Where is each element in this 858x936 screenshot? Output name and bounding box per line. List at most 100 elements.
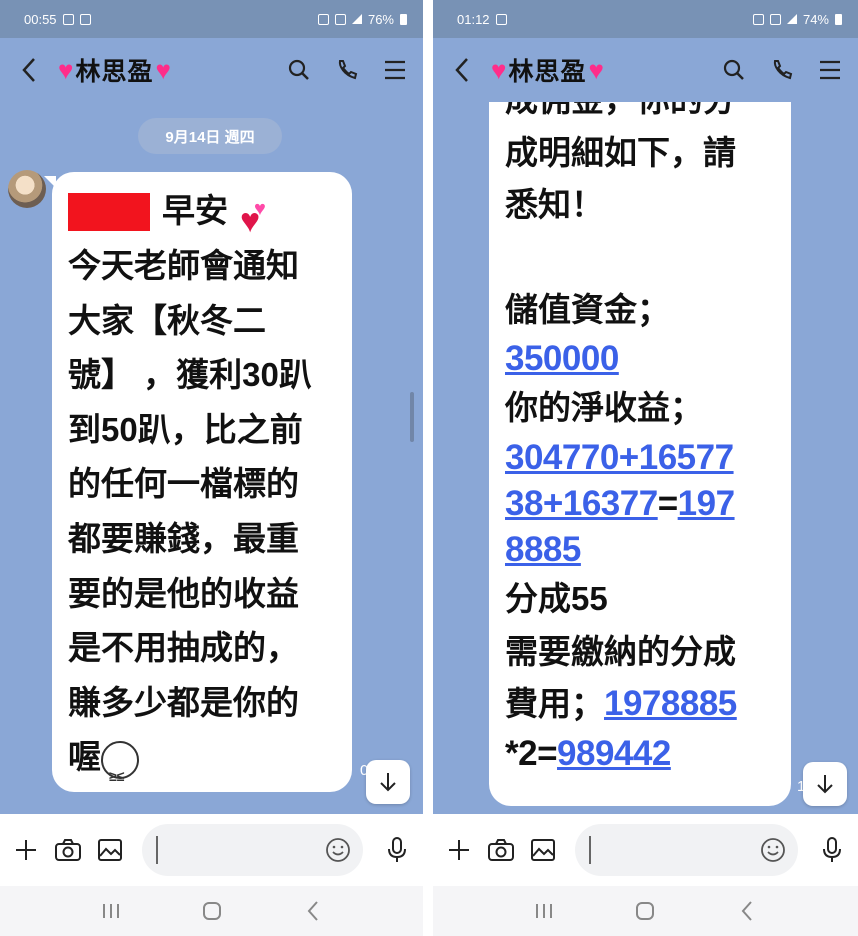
text-caret <box>156 836 158 864</box>
status-time: 01:12 <box>457 11 490 27</box>
chat-header: ♥ 林思盈 ♥ <box>0 38 423 102</box>
status-bar: 01:12 74% <box>433 0 858 38</box>
voice-button[interactable] <box>383 836 411 864</box>
add-button[interactable] <box>445 836 473 864</box>
gallery-button[interactable] <box>529 836 557 864</box>
heart-icon: ♥ <box>588 55 604 85</box>
message-input[interactable] <box>142 824 363 876</box>
menu-icon <box>820 60 840 80</box>
mute-status-icon <box>334 13 346 25</box>
emoji-icon[interactable] <box>325 837 351 863</box>
fee-value-link[interactable]: 1978885 <box>604 684 737 723</box>
message-line: 都要賺錢，最重 <box>68 519 299 557</box>
menu-button[interactable] <box>816 56 844 84</box>
chat-title-group[interactable]: ♥ 林思盈 ♥ <box>491 52 604 88</box>
status-bar: 00:55 76% <box>0 0 423 38</box>
emoji-icon[interactable] <box>760 837 786 863</box>
add-button[interactable] <box>12 836 40 864</box>
message-line: 賺多少都是你的 <box>68 683 299 721</box>
menu-icon <box>385 60 405 80</box>
redacted-name <box>68 192 150 231</box>
message-bubble[interactable]: 早安 ♥ ♥ 今天老師會通知 大家【秋冬二 號】 ，獲利30趴 到50趴，比之前 … <box>52 172 352 803</box>
alarm-status-icon <box>752 13 764 25</box>
recent-apps-button[interactable] <box>529 896 559 926</box>
message-input-bar <box>0 814 423 886</box>
fee-result-link[interactable]: 989442 <box>557 734 671 773</box>
signal-icon <box>786 14 797 24</box>
camera-button[interactable] <box>487 836 515 864</box>
plus-icon <box>449 840 469 860</box>
system-back-icon <box>741 901 752 921</box>
recent-apps-icon <box>535 904 552 918</box>
message-last-word: 喔 <box>68 738 101 776</box>
back-arrow-icon <box>22 58 35 82</box>
net-formula-link[interactable]: 38+16377 <box>505 484 658 523</box>
plus-icon <box>16 840 36 860</box>
camera-button[interactable] <box>54 836 82 864</box>
image-icon <box>98 839 122 861</box>
recent-apps-icon <box>102 904 119 918</box>
home-button[interactable] <box>197 896 227 926</box>
home-icon <box>636 902 655 920</box>
avatar[interactable] <box>8 170 46 208</box>
net-label: 你的淨收益； <box>505 389 703 427</box>
chat-header: ♥ 林思盈 ♥ <box>433 38 858 102</box>
gallery-button[interactable] <box>96 836 124 864</box>
left-phone-screen: 00:55 76% ♥ 林思盈 ♥ 9月14日 週四 早安 ♥ ♥ 今天老師會通… <box>0 0 423 936</box>
back-arrow-icon <box>455 58 468 82</box>
home-button[interactable] <box>630 896 660 926</box>
microphone-icon <box>388 837 406 862</box>
call-button[interactable] <box>333 56 361 84</box>
message-line-last: 喔 <box>68 730 340 803</box>
message-line: 今天老師會通知 <box>68 247 299 284</box>
net-formula-link[interactable]: 304770+16577 <box>505 438 734 477</box>
search-button[interactable] <box>285 56 313 84</box>
message-line: 的任何一檔標的 <box>68 465 299 503</box>
system-nav-bar <box>433 886 858 936</box>
home-icon <box>202 902 221 920</box>
deposit-value-link[interactable]: 350000 <box>505 339 619 378</box>
battery-level: 74% <box>802 11 829 27</box>
alarm-status-icon <box>317 13 329 25</box>
net-result-link[interactable]: 197 <box>678 484 735 523</box>
system-back-button[interactable] <box>732 896 762 926</box>
deposit-label: 儲值資金； <box>505 290 670 328</box>
system-back-button[interactable] <box>298 896 328 926</box>
message-bubble[interactable]: 成佣金，你的分 成明細如下，請 悉知！ 儲值資金； 350000 你的淨收益； … <box>489 100 791 806</box>
message-line-clipped: 成佣金，你的分 <box>505 100 781 127</box>
chat-title-group[interactable]: ♥ 林思盈 ♥ <box>58 52 171 88</box>
hearts-emoji-icon: ♥ ♥ <box>240 197 266 240</box>
menu-button[interactable] <box>381 56 409 84</box>
message-line: 悉知！ <box>505 186 604 224</box>
signal-icon <box>351 14 362 24</box>
fee-label: 需要繳納的分成 <box>505 632 736 670</box>
voice-button[interactable] <box>818 836 846 864</box>
battery-icon <box>400 13 407 25</box>
scroll-to-bottom-button[interactable] <box>803 762 847 806</box>
search-button[interactable] <box>720 56 748 84</box>
phone-icon <box>338 60 358 80</box>
text-caret <box>589 836 591 864</box>
status-time: 00:55 <box>24 11 57 27</box>
message-input[interactable] <box>575 824 798 876</box>
right-phone-screen: 01:12 74% 成佣金，你的分 成明細如下，請 悉知！ 儲值資金； 3500… <box>433 0 858 936</box>
battery-icon <box>835 13 842 25</box>
arrow-down-icon <box>380 773 396 792</box>
message-line: 大家【秋冬二 <box>68 301 266 339</box>
microphone-icon <box>823 837 841 862</box>
call-button[interactable] <box>768 56 796 84</box>
gallery-status-icon <box>79 13 91 25</box>
system-back-icon <box>307 901 318 921</box>
message-line: 要的是他的收益 <box>68 574 299 612</box>
back-button[interactable] <box>14 52 44 88</box>
image-icon <box>531 839 555 861</box>
back-button[interactable] <box>447 52 477 88</box>
search-icon <box>723 59 744 80</box>
scroll-to-bottom-button[interactable] <box>366 760 410 804</box>
message-line: 是不用抽成的， <box>68 629 299 667</box>
recent-apps-button[interactable] <box>96 896 126 926</box>
net-result-link[interactable]: 8885 <box>505 530 581 569</box>
date-separator: 9月14日 週四 <box>138 118 282 154</box>
scrollbar[interactable] <box>410 392 414 442</box>
